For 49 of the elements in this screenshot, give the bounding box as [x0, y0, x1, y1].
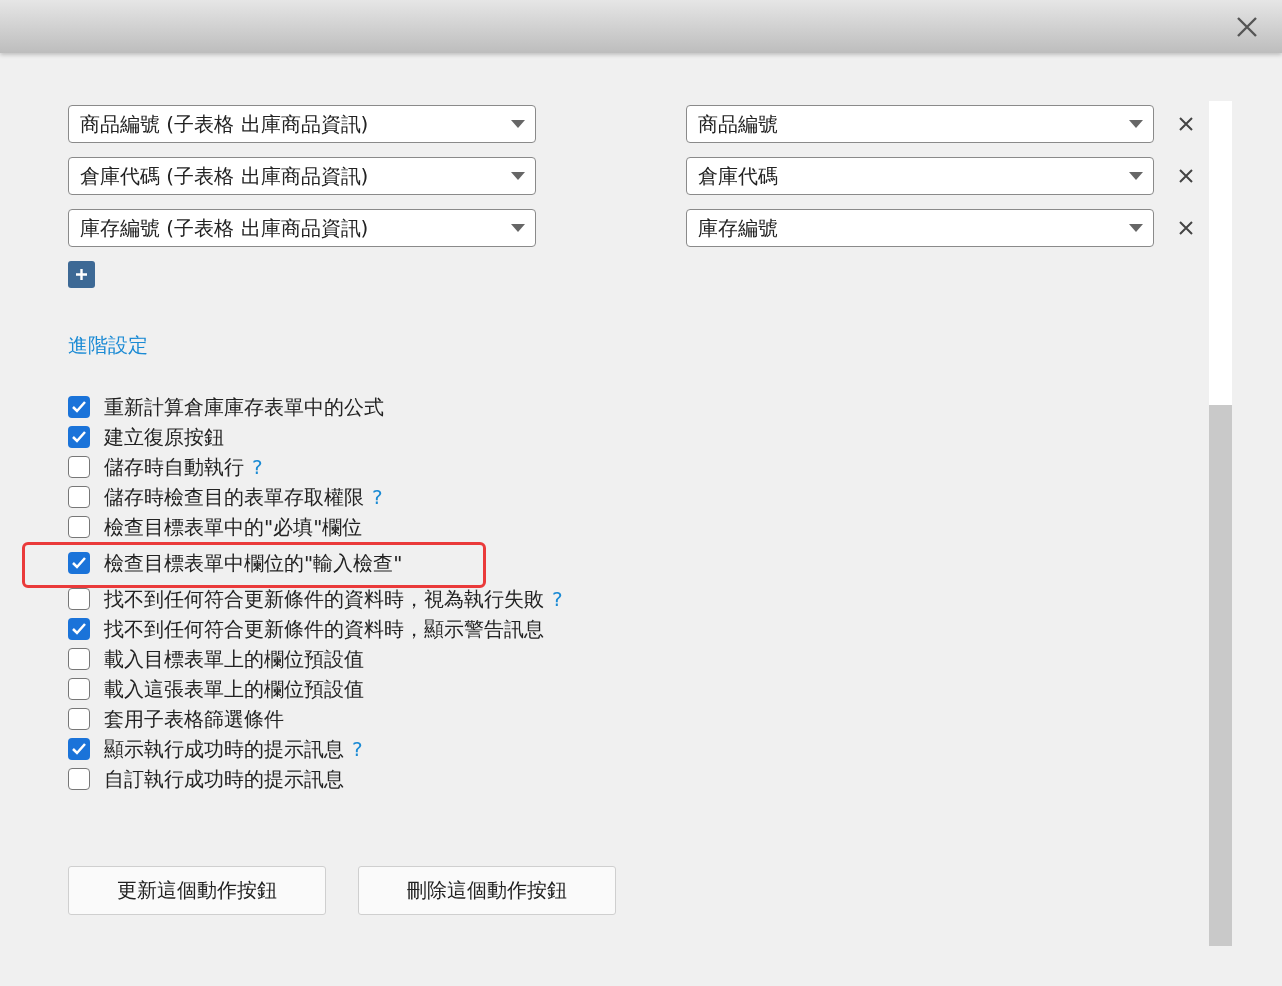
- checkbox[interactable]: [68, 486, 90, 508]
- option-label: 找不到任何符合更新條件的資料時，顯示警告訊息: [104, 615, 544, 643]
- action-button[interactable]: 刪除這個動作按鈕: [358, 866, 616, 915]
- checkbox[interactable]: [68, 456, 90, 478]
- close-icon[interactable]: [1236, 15, 1258, 38]
- checkbox[interactable]: [68, 738, 90, 760]
- checkbox[interactable]: [68, 708, 90, 730]
- option-label: 顯示執行成功時的提示訊息: [104, 735, 344, 763]
- option-label: 建立復原按鈕: [104, 423, 224, 451]
- option-label: 找不到任何符合更新條件的資料時，視為執行失敗: [104, 585, 544, 613]
- dropdown-field[interactable]: 商品編號: [686, 105, 1154, 143]
- dropdown-field[interactable]: 商品編號 (子表格 出庫商品資訊): [68, 105, 536, 143]
- option-label: 重新計算倉庫庫存表單中的公式: [104, 393, 384, 421]
- option-label: 載入目標表單上的欄位預設值: [104, 645, 364, 673]
- option-label: 套用子表格篩選條件: [104, 705, 284, 733]
- add-button[interactable]: [68, 261, 95, 288]
- checkbox[interactable]: [68, 618, 90, 640]
- checkbox[interactable]: [68, 768, 90, 790]
- dropdown-field[interactable]: 倉庫代碼 (子表格 出庫商品資訊): [68, 157, 536, 195]
- option-label: 檢查目標表單中的"必填"欄位: [104, 513, 363, 541]
- dropdown-caret-icon: [1129, 172, 1143, 180]
- checkbox[interactable]: [68, 588, 90, 610]
- dropdown-field[interactable]: 庫存編號 (子表格 出庫商品資訊): [68, 209, 536, 247]
- checkbox[interactable]: [68, 426, 90, 448]
- check-icon: [71, 622, 87, 636]
- option-label: 檢查目標表單中欄位的"輸入檢查": [104, 549, 403, 577]
- action-button[interactable]: 更新這個動作按鈕: [68, 866, 326, 915]
- checkbox[interactable]: [68, 516, 90, 538]
- dropdown-caret-icon: [511, 120, 525, 128]
- option-label: 載入這張表單上的欄位預設值: [104, 675, 364, 703]
- option-label: 自訂執行成功時的提示訊息: [104, 765, 344, 793]
- checkbox[interactable]: [68, 396, 90, 418]
- checkbox[interactable]: [68, 678, 90, 700]
- checkbox[interactable]: [68, 552, 90, 574]
- check-icon: [71, 742, 87, 756]
- checkbox[interactable]: [68, 648, 90, 670]
- check-icon: [71, 400, 87, 414]
- check-icon: [71, 556, 87, 570]
- dropdown-caret-icon: [1129, 120, 1143, 128]
- dropdown-caret-icon: [1129, 224, 1143, 232]
- dropdown-caret-icon: [511, 224, 525, 232]
- plus-icon: [75, 268, 88, 281]
- scrollbar[interactable]: [1209, 101, 1232, 946]
- check-icon: [71, 430, 87, 444]
- dropdown-caret-icon: [511, 172, 525, 180]
- option-label: 儲存時自動執行: [104, 453, 244, 481]
- dropdown-field[interactable]: 庫存編號: [686, 209, 1154, 247]
- option-label: 儲存時檢查目的表單存取權限: [104, 483, 364, 511]
- dropdown-field[interactable]: 倉庫代碼: [686, 157, 1154, 195]
